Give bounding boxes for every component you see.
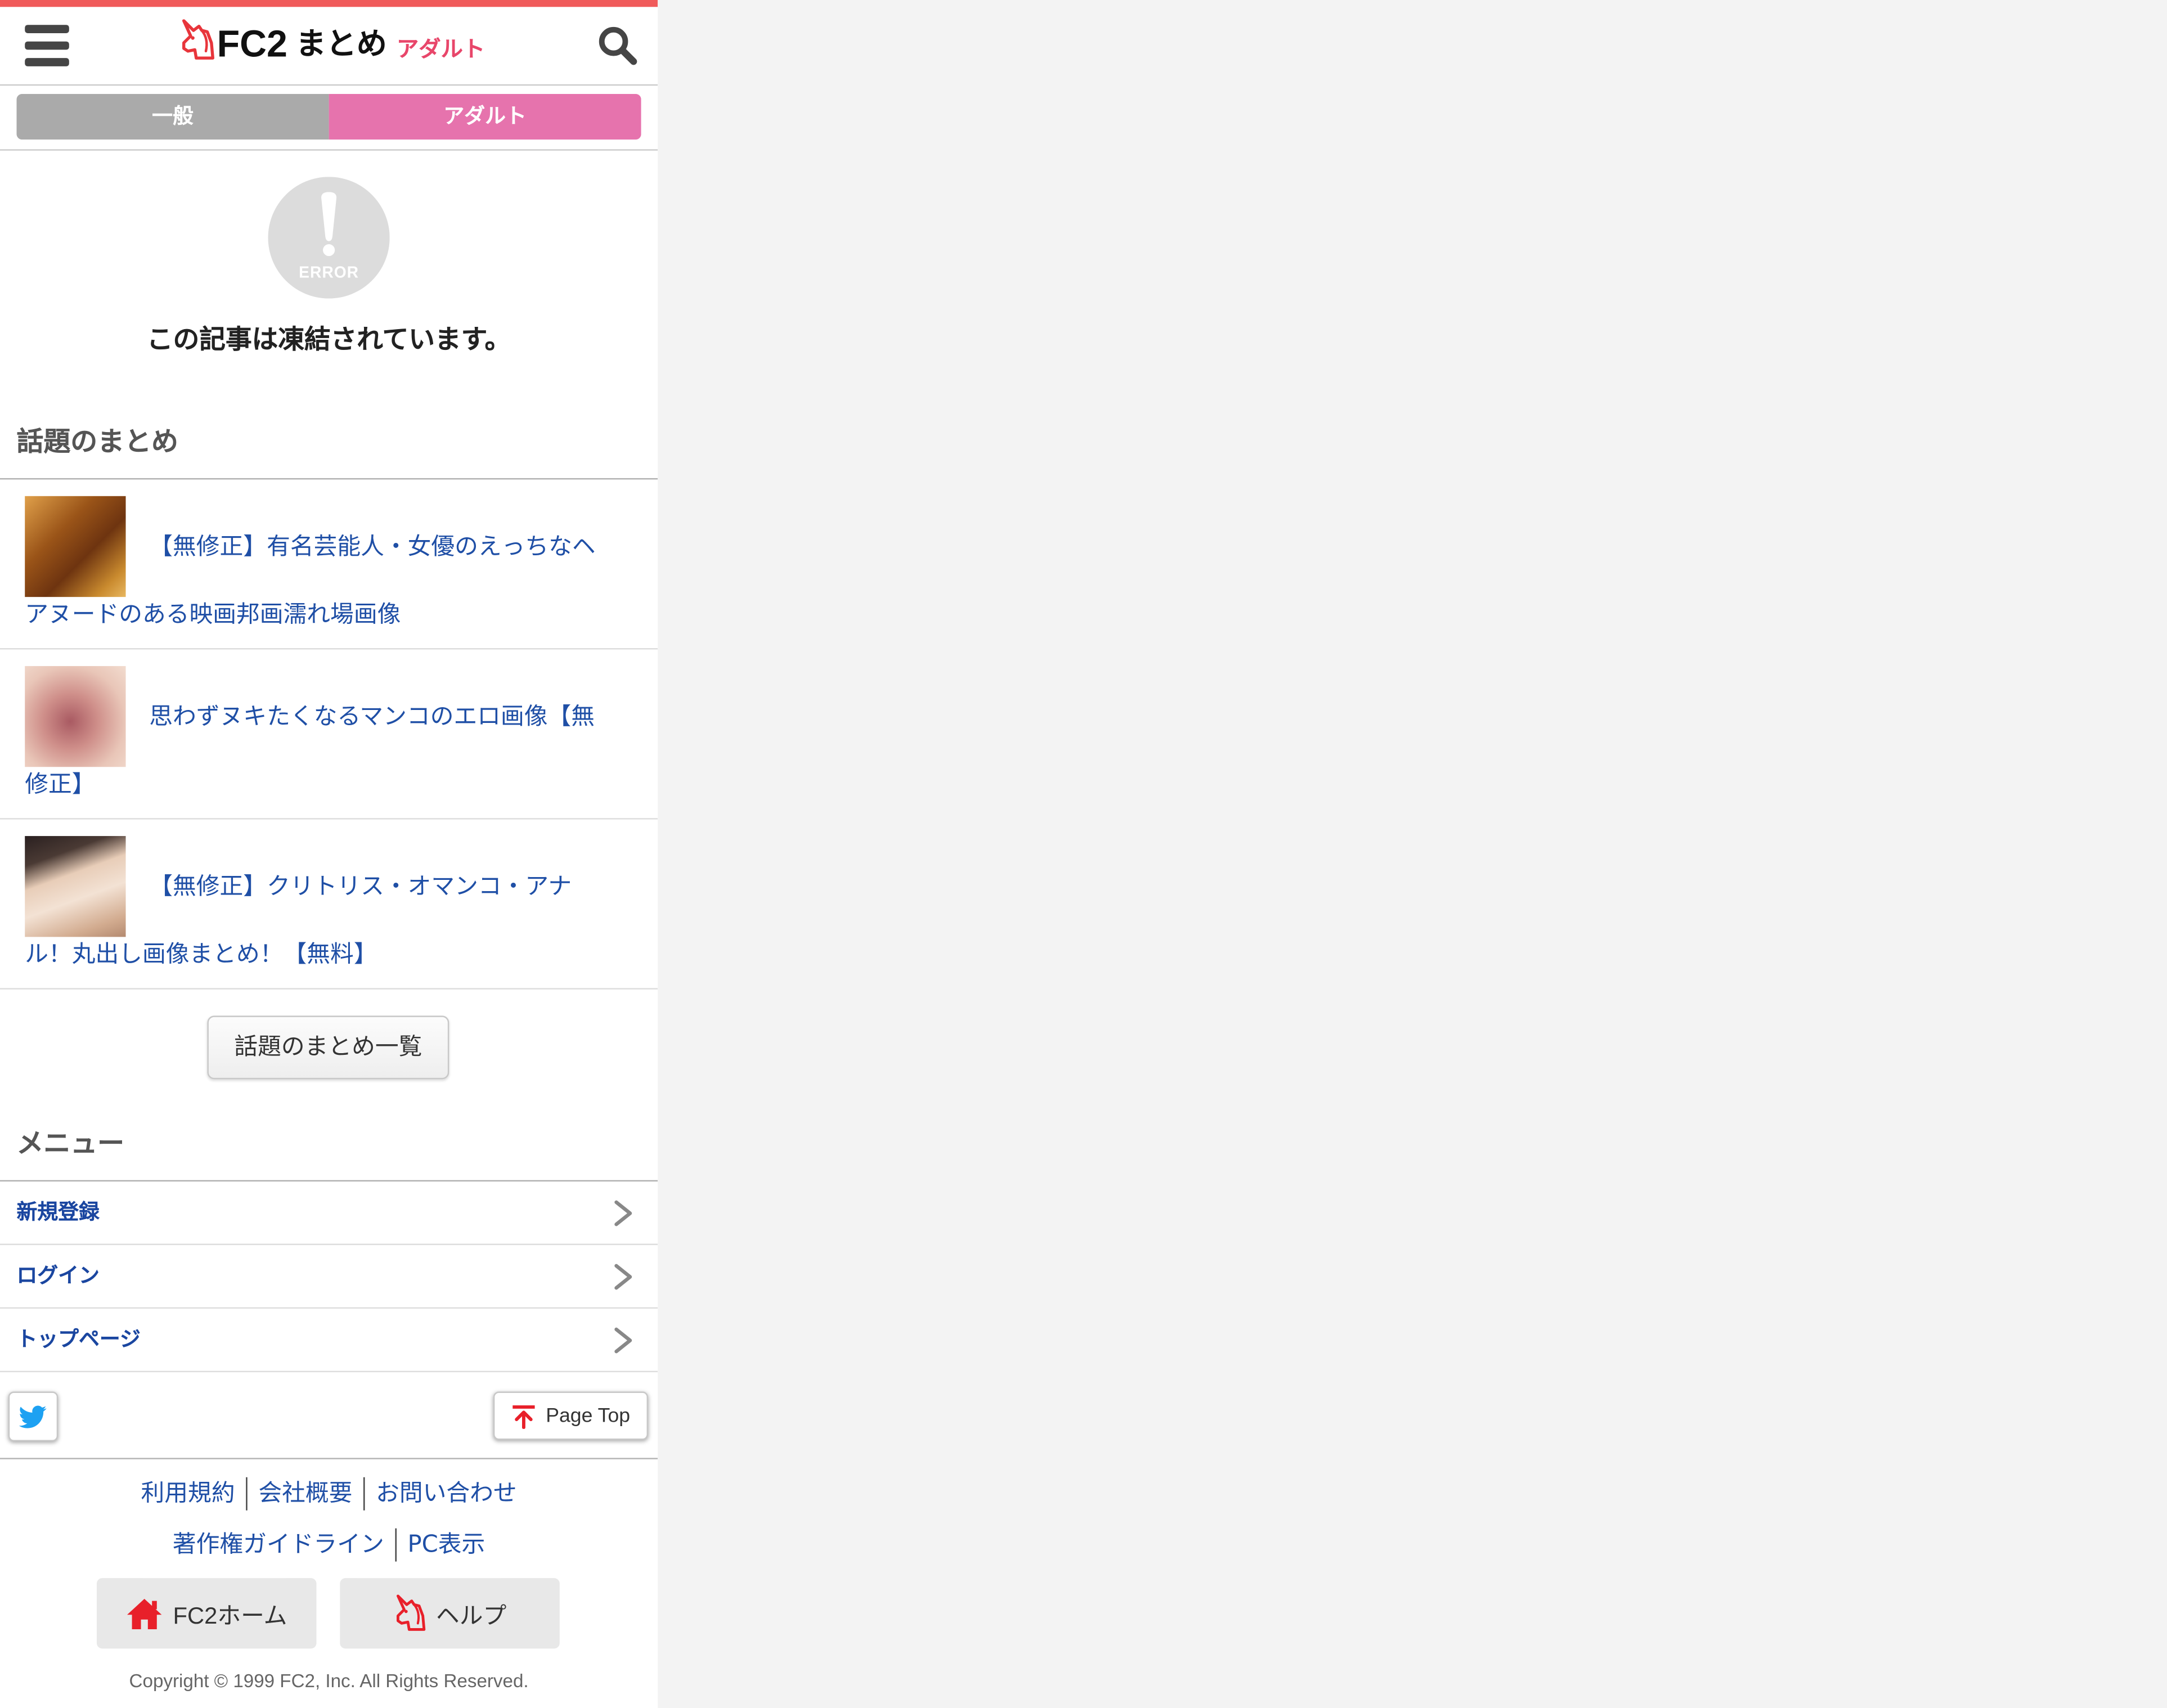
hamburger-bar <box>25 41 69 50</box>
topics-more-button[interactable]: 話題のまとめ一覧 <box>207 1015 449 1080</box>
topic-item: 【無修正】クリトリス・オマンコ・アナル！丸出し画像まとめ！【無料】 <box>0 820 658 990</box>
home-icon <box>127 1598 162 1629</box>
topic-item: 思わずヌキたくなるマンコのエロ画像【無修正】 <box>0 649 658 820</box>
page-top-button[interactable]: Page Top <box>493 1391 649 1440</box>
help-label[interactable]: ヘルプ <box>436 1596 506 1630</box>
tabs-divider <box>0 149 658 151</box>
error-icon-label: ERROR <box>299 263 359 281</box>
topic-thumbnail[interactable] <box>25 496 126 597</box>
fc2-home-label[interactable]: FC2ホーム <box>173 1596 287 1630</box>
chevron-right-icon <box>614 1264 632 1290</box>
logo-category[interactable]: アダルト <box>397 33 485 66</box>
menu-item-label[interactable]: 新規登録 <box>16 1181 99 1244</box>
footer-link-terms[interactable]: 利用規約 <box>130 1477 246 1511</box>
error-icon: ERROR <box>268 177 390 299</box>
chevron-right-icon <box>614 1327 632 1354</box>
twitter-share-button[interactable] <box>8 1391 59 1441</box>
menu-item-label[interactable]: トップページ <box>16 1309 140 1371</box>
topic-thumbnail[interactable] <box>25 836 126 937</box>
menu-heading: メニュー <box>16 1127 125 1159</box>
menu-item-signup[interactable]: 新規登録 <box>0 1181 658 1246</box>
help-button[interactable]: ヘルプ <box>340 1578 560 1649</box>
topic-link[interactable]: 【無修正】クリトリス・オマンコ・アナル！丸出し画像まとめ！【無料】 <box>25 836 572 969</box>
logo-name[interactable]: まとめ <box>296 25 387 66</box>
category-tabs: 一般 アダルト <box>16 94 641 140</box>
top-accent-bar <box>0 0 658 7</box>
hamburger-bar <box>25 58 69 66</box>
unicorn-logo-icon[interactable] <box>179 19 215 61</box>
topic-link[interactable]: 【無修正】有名芸能人・女優のえっちなヘアヌードのある映画邦画濡れ場画像 <box>25 496 596 629</box>
arrow-up-icon <box>512 1404 535 1428</box>
unicorn-help-icon <box>395 1594 425 1631</box>
tab-general[interactable]: 一般 <box>16 94 329 140</box>
header-divider <box>0 84 658 86</box>
topics-heading: 話題のまとめ <box>16 425 178 458</box>
topic-item: 【無修正】有名芸能人・女優のえっちなヘアヌードのある映画邦画濡れ場画像 <box>0 479 658 650</box>
footer-link-contact[interactable]: お問い合わせ <box>363 1477 528 1511</box>
footer-link-copyright-guideline[interactable]: 著作権ガイドライン <box>161 1529 395 1562</box>
footer-link-company[interactable]: 会社概要 <box>246 1477 363 1511</box>
error-message: この記事は凍結されています。 <box>146 325 511 356</box>
footer-divider <box>0 1458 658 1459</box>
menu-item-login[interactable]: ログイン <box>0 1245 658 1309</box>
footer-link-pc-view[interactable]: PC表示 <box>395 1528 496 1562</box>
topic-link[interactable]: 思わずヌキたくなるマンコのエロ画像【無修正】 <box>25 666 595 799</box>
topic-thumbnail[interactable] <box>25 666 126 767</box>
copyright-text: Copyright © 1999 FC2, Inc. All Rights Re… <box>129 1670 529 1692</box>
logo-brand[interactable]: FC2 <box>217 24 287 65</box>
footer-links-row: 利用規約 会社概要 お問い合わせ <box>0 1477 658 1511</box>
tab-adult[interactable]: アダルト <box>329 94 641 140</box>
footer-links-row: 著作権ガイドライン PC表示 <box>0 1528 658 1562</box>
page-top-label[interactable]: Page Top <box>546 1405 630 1427</box>
twitter-icon <box>19 1405 47 1428</box>
search-icon[interactable] <box>597 25 639 66</box>
chevron-right-icon <box>614 1200 632 1226</box>
menu-item-top-page[interactable]: トップページ <box>0 1309 658 1373</box>
menu-item-label[interactable]: ログイン <box>16 1245 99 1307</box>
fc2-home-button[interactable]: FC2ホーム <box>96 1578 317 1649</box>
hamburger-icon[interactable] <box>25 25 69 66</box>
hamburger-bar <box>25 25 69 33</box>
mobile-page: FC2 まとめ アダルト 一般 アダルト ERROR この記事は凍結されています… <box>0 0 658 1708</box>
